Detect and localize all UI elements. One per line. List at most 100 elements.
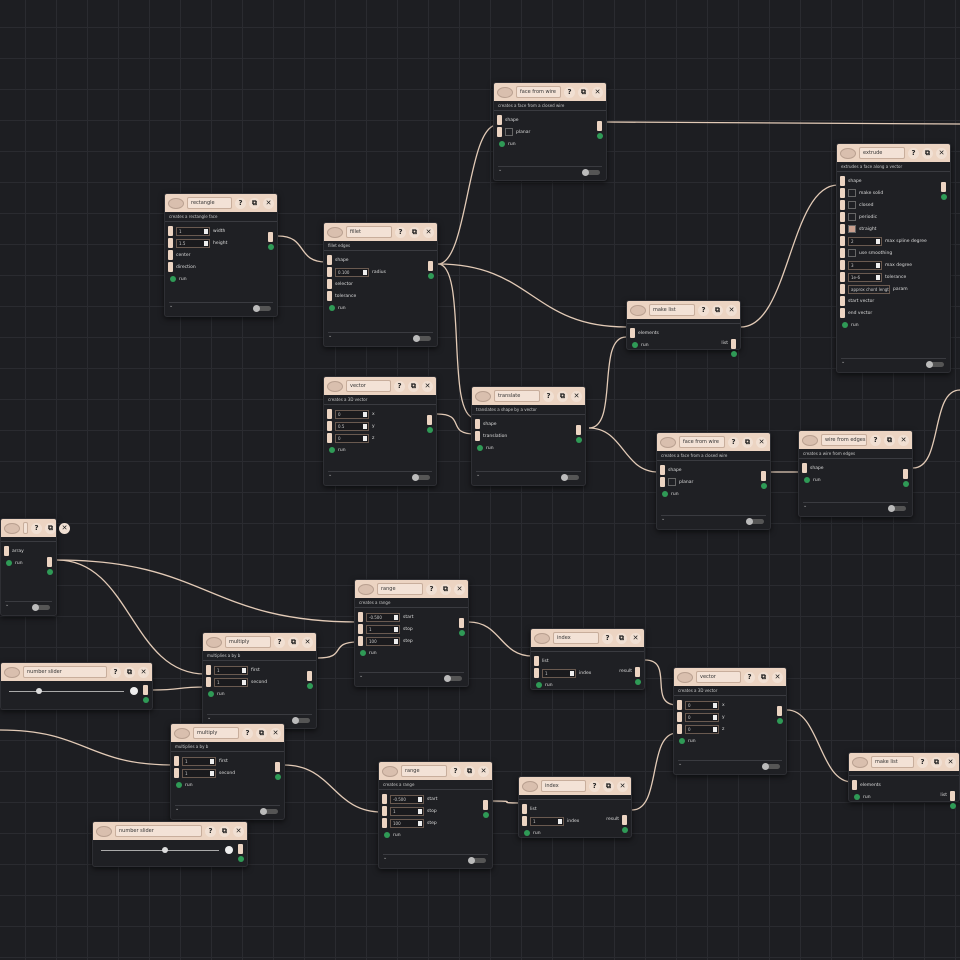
run-input-port[interactable]	[360, 650, 366, 656]
copy-button[interactable]: ⧉	[758, 671, 769, 683]
run-output-port[interactable]	[307, 683, 313, 689]
help-button[interactable]: ?	[602, 632, 613, 644]
wire[interactable]	[317, 641, 359, 659]
run-output-port[interactable]	[777, 718, 783, 724]
node-header[interactable]: extrude? ⧉ ✕	[837, 144, 950, 162]
number-input[interactable]: 1	[390, 806, 424, 816]
input-port[interactable]	[522, 816, 527, 826]
run-input-port[interactable]	[679, 738, 685, 744]
run-output-port[interactable]	[731, 351, 737, 357]
close-button[interactable]: ✕	[478, 765, 489, 777]
input-port[interactable]	[382, 818, 387, 828]
node[interactable]: multiply? ⧉ ✕ multiplies a by b 1 first 1 secon…	[202, 632, 317, 729]
slider-track[interactable]	[101, 850, 219, 851]
help-button[interactable]: ?	[908, 147, 919, 159]
node-header[interactable]: wire from edges? ⧉ ✕	[799, 431, 912, 449]
number-input[interactable]: 1.5	[176, 238, 210, 248]
run-input-port[interactable]	[170, 276, 176, 282]
input-port[interactable]	[327, 279, 332, 289]
input-port[interactable]	[358, 636, 363, 646]
preview-toggle[interactable]	[468, 857, 486, 864]
copy-button[interactable]: ⧉	[922, 147, 933, 159]
output-port[interactable]	[596, 121, 602, 131]
close-button[interactable]: ✕	[571, 390, 582, 402]
input-port[interactable]	[660, 465, 665, 475]
run-output-port[interactable]	[143, 697, 149, 703]
number-input[interactable]: -0.500	[390, 794, 424, 804]
copy-button[interactable]: ⧉	[712, 304, 723, 316]
node[interactable]: face from wire? ⧉ ✕ creates a face from a c…	[656, 432, 771, 530]
run-output-port[interactable]	[903, 481, 909, 487]
help-button[interactable]: ?	[395, 226, 406, 238]
collapse-icon[interactable]: ⌄	[359, 673, 363, 679]
number-input[interactable]: 0.5	[335, 421, 369, 431]
close-button[interactable]: ✕	[233, 825, 244, 837]
checkbox[interactable]	[668, 478, 676, 486]
preview-toggle[interactable]	[444, 675, 462, 682]
help-button[interactable]: ?	[728, 436, 739, 448]
help-button[interactable]: ?	[917, 756, 928, 768]
output-port[interactable]	[621, 815, 627, 825]
output-port[interactable]	[760, 471, 766, 481]
number-input[interactable]: -0.500	[366, 612, 400, 622]
help-button[interactable]: ?	[205, 825, 216, 837]
preview-toggle[interactable]	[888, 505, 906, 512]
output-port[interactable]	[458, 618, 464, 628]
help-button[interactable]: ?	[543, 390, 554, 402]
number-input[interactable]: 100	[390, 818, 424, 828]
input-port[interactable]	[206, 677, 211, 687]
output-port[interactable]	[426, 415, 432, 425]
node[interactable]: range? ⧉ ✕ creates a range -0.500 start 1 stop 1…	[354, 579, 469, 687]
input-port[interactable]	[327, 291, 332, 301]
run-input-port[interactable]	[384, 832, 390, 838]
checkbox[interactable]	[848, 189, 856, 197]
wire[interactable]	[436, 413, 476, 435]
input-port[interactable]	[534, 656, 539, 666]
run-output-port[interactable]	[275, 774, 281, 780]
help-button[interactable]: ?	[744, 671, 755, 683]
number-input[interactable]: 1	[366, 624, 400, 634]
copy-button[interactable]: ⧉	[256, 727, 267, 739]
run-input-port[interactable]	[329, 447, 335, 453]
node-header[interactable]: index? ⧉ ✕	[531, 629, 644, 647]
input-port[interactable]	[840, 260, 845, 270]
number-input[interactable]: 1e-6	[848, 272, 882, 282]
node[interactable]: rectangle? ⧉ ✕ creates a rectangle face 1 wid…	[164, 193, 278, 317]
run-input-port[interactable]	[842, 322, 848, 328]
close-button[interactable]: ✕	[772, 671, 783, 683]
number-input[interactable]: 0	[335, 409, 369, 419]
close-button[interactable]: ✕	[454, 583, 465, 595]
node[interactable]: vector? ⧉ ✕ creates a 3D vector 0 x 0 y 0 z run ⌄	[673, 667, 787, 775]
input-port[interactable]	[168, 262, 173, 272]
input-port[interactable]	[840, 272, 845, 282]
node-header[interactable]: translate? ⧉ ✕	[472, 387, 585, 405]
run-input-port[interactable]	[524, 830, 530, 836]
run-output-port[interactable]	[428, 273, 434, 279]
node-header[interactable]: face from wire? ⧉ ✕	[494, 83, 606, 101]
node-header[interactable]: vector? ⧉ ✕	[674, 668, 786, 686]
number-input[interactable]: 1	[182, 768, 216, 778]
run-output-port[interactable]	[427, 427, 433, 433]
node[interactable]: index? ⧉ ✕ list 1 index run result	[530, 628, 645, 690]
collapse-icon[interactable]: ⌄	[175, 806, 179, 812]
collapse-icon[interactable]: ⌄	[328, 472, 332, 478]
run-input-port[interactable]	[854, 794, 860, 800]
node[interactable]: extrude? ⧉ ✕ extrudes a face along a vector…	[836, 143, 951, 373]
input-port[interactable]	[497, 127, 502, 137]
preview-toggle[interactable]	[746, 518, 764, 525]
close-button[interactable]: ✕	[726, 304, 737, 316]
run-input-port[interactable]	[329, 305, 335, 311]
preview-toggle[interactable]	[582, 169, 600, 176]
collapse-icon[interactable]: ⌄	[678, 761, 682, 767]
wire[interactable]	[786, 709, 853, 783]
node-title-field[interactable]: fillet	[346, 226, 392, 238]
run-output-port[interactable]	[622, 827, 628, 833]
node[interactable]: vector? ⧉ ✕ creates a 3D vector 0 x 0.5 y 0 z run ⌄	[323, 376, 437, 486]
preview-toggle[interactable]	[762, 763, 780, 770]
node[interactable]: fillet? ⧉ ✕ fillet edges shape 0.100 radius sel…	[323, 222, 438, 347]
collapse-icon[interactable]: ⌄	[328, 333, 332, 339]
copy-button[interactable]: ⧉	[408, 380, 419, 392]
close-button[interactable]: ✕	[423, 226, 434, 238]
input-port[interactable]	[475, 419, 480, 429]
checkbox[interactable]	[848, 249, 856, 257]
